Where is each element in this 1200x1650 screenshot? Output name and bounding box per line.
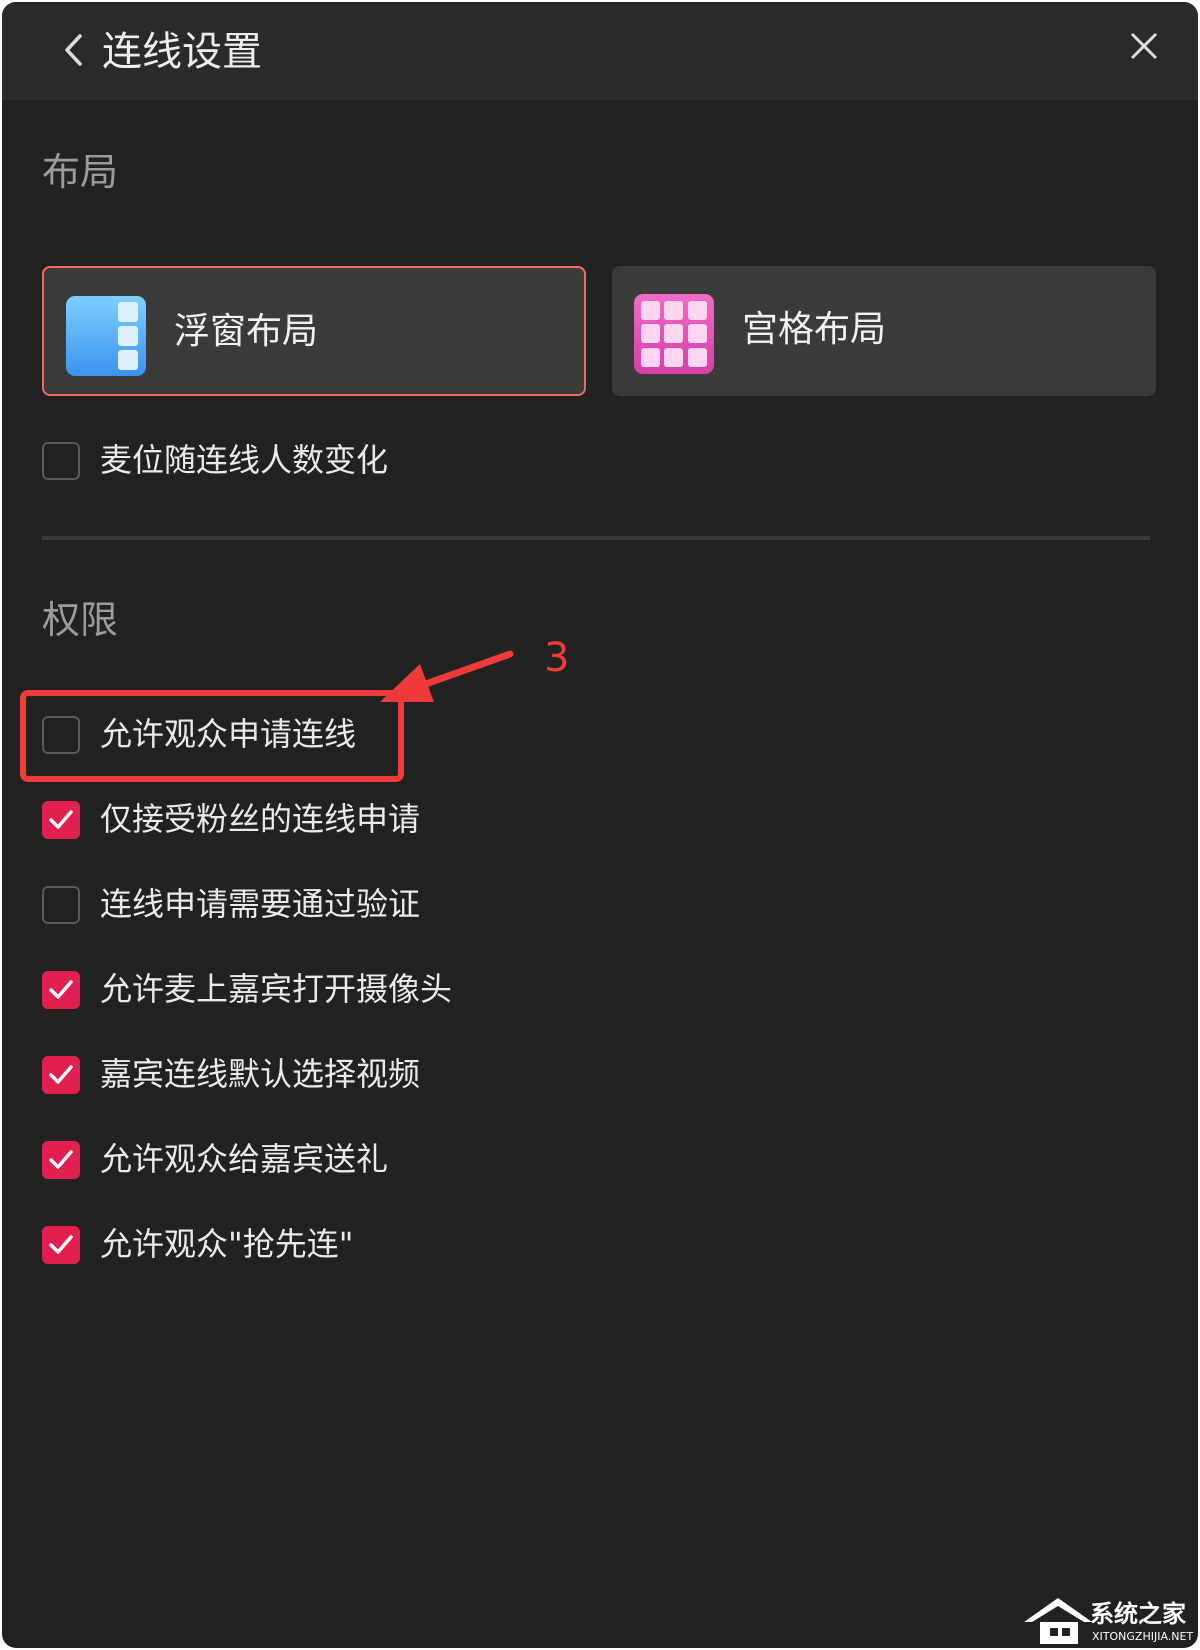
permission-label: 允许麦上嘉宾打开摄像头	[100, 970, 453, 1008]
permission-label: 允许观众给嘉宾送礼	[100, 1140, 389, 1178]
floating-layout-option[interactable]: 浮窗布局	[42, 266, 586, 396]
permission-label: 连线申请需要通过验证	[100, 885, 421, 923]
guest-camera-checkbox[interactable]	[42, 971, 80, 1009]
watermark-text: 系统之家	[1090, 1600, 1186, 1628]
close-icon[interactable]	[1124, 26, 1164, 66]
settings-panel: 连线设置 布局 浮窗布局 宫格布局 麦位随连线人数变化 权限 允许观众申请连线 …	[2, 2, 1198, 1648]
verification-checkbox[interactable]	[42, 886, 80, 924]
back-icon[interactable]	[58, 30, 90, 70]
page-title: 连线设置	[102, 29, 262, 75]
layout-section-title: 布局	[42, 150, 119, 194]
floating-layout-label: 浮窗布局	[174, 311, 319, 352]
gift-to-guest-checkbox[interactable]	[42, 1141, 80, 1179]
annotation-highlight-box	[20, 690, 404, 782]
fans-only-checkbox[interactable]	[42, 801, 80, 839]
watermark-subtext: XITONGZHIJIA.NET	[1092, 1630, 1194, 1643]
seat-follow-checkbox[interactable]	[42, 442, 80, 480]
title-bar: 连线设置	[2, 2, 1198, 100]
default-video-checkbox[interactable]	[42, 1056, 80, 1094]
checkmark-icon	[49, 810, 73, 829]
priority-connect-checkbox[interactable]	[42, 1226, 80, 1264]
annotation-step-number: 3	[544, 635, 570, 681]
grid-icon	[634, 294, 714, 374]
checkmark-icon	[49, 1150, 73, 1169]
permission-label: 允许观众"抢先连"	[100, 1225, 354, 1263]
permission-label: 仅接受粉丝的连线申请	[100, 800, 421, 838]
grid-layout-option[interactable]: 宫格布局	[612, 266, 1156, 396]
floating-window-icon	[66, 296, 146, 376]
permission-label: 嘉宾连线默认选择视频	[100, 1055, 421, 1093]
grid-layout-label: 宫格布局	[742, 309, 887, 350]
permissions-section-title: 权限	[42, 598, 119, 642]
seat-follow-label: 麦位随连线人数变化	[100, 441, 389, 479]
checkmark-icon	[49, 1235, 73, 1254]
section-divider	[42, 536, 1150, 540]
annotation-arrow-icon	[380, 650, 514, 702]
checkmark-icon	[49, 980, 73, 999]
checkmark-icon	[49, 1065, 73, 1084]
